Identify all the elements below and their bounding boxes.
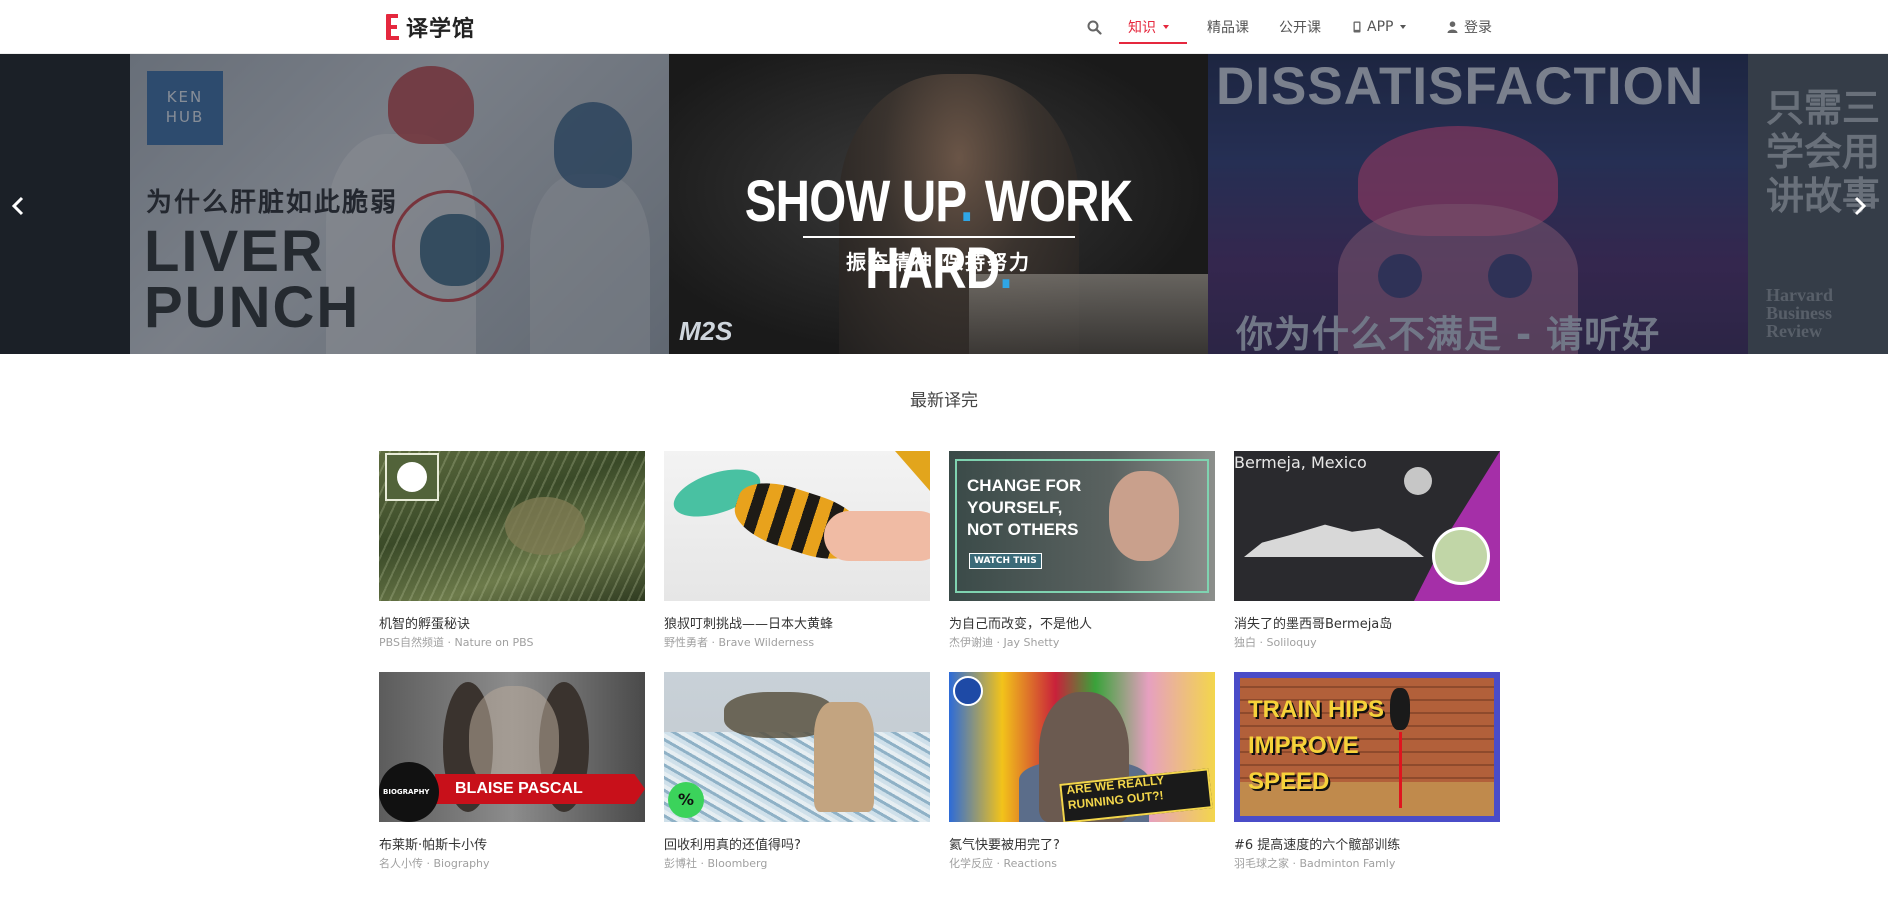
video-thumbnail[interactable]: TRAIN HIPS IMPROVE SPEED — [1234, 672, 1500, 822]
nav-public-label: 公开课 — [1279, 20, 1321, 36]
frog-image — [505, 497, 585, 555]
logo-text: 译学馆 — [406, 17, 476, 42]
video-title[interactable]: 机智的孵蛋秘诀 — [379, 613, 645, 631]
user-icon — [1447, 21, 1458, 33]
video-card: TRAIN HIPS IMPROVE SPEED #6 提高速度的六个髋部训练 … — [1234, 672, 1500, 871]
nav-knowledge-label: 知识 — [1128, 0, 1169, 54]
video-card: CHANGE FOR YOURSELF, NOT OTHERS WATCH TH… — [949, 451, 1215, 650]
chevron-right-icon — [1854, 196, 1867, 216]
nav-app[interactable]: APP — [1353, 0, 1407, 54]
pbs-logo — [385, 453, 439, 501]
m2s-logo: M2S — [679, 316, 733, 346]
finger-image — [824, 511, 930, 561]
section-title: 最新译完 — [910, 391, 978, 411]
nav-knowledge[interactable]: 知识 — [1128, 0, 1169, 54]
video-title[interactable]: 为自己而改变，不是他人 — [949, 613, 1215, 631]
logo-mark-icon — [386, 14, 400, 40]
search-button[interactable] — [1082, 0, 1106, 54]
video-thumbnail[interactable]: % — [664, 672, 930, 822]
video-card: Bermeja, Mexico 消失了的墨西哥Bermeja岛 独白 · Sol… — [1234, 451, 1500, 650]
thumbnail-text: BLAISE PASCAL — [455, 780, 583, 797]
video-title[interactable]: 消失了的墨西哥Bermeja岛 — [1234, 613, 1500, 631]
video-channel: 羽毛球之家 · Badminton Famly — [1234, 857, 1396, 870]
nav-login-label: 登录 — [1447, 0, 1492, 54]
caret-down-icon — [1163, 25, 1169, 29]
video-thumbnail[interactable]: BLAISE PASCAL BIOGRAPHY — [379, 672, 645, 822]
top-header: 译学馆 知识 精品课 公开课 APP 登录 — [0, 0, 1888, 54]
video-card: % 回收利用真的还值得吗? 彭博社 · Bloomberg — [664, 672, 930, 871]
video-thumbnail[interactable]: Bermeja, Mexico — [1234, 451, 1500, 601]
carousel-slide-dissatisfaction[interactable]: DISSATISFACTION 你为什么不满足 - 请听好 — [1208, 54, 1748, 354]
channel-corner-logo — [895, 451, 930, 491]
video-channel: 化学反应 · Reactions — [949, 857, 1058, 870]
video-channel: 独白 · Soliloquy — [1234, 636, 1317, 649]
video-card: 狼叔叮刺挑战——日本大黄蜂 野性勇者 · Brave Wilderness — [664, 451, 930, 650]
carousel-prev-button[interactable] — [8, 194, 28, 218]
video-card: 机智的孵蛋秘诀 PBS自然频道 · Nature on PBS — [379, 451, 645, 650]
video-title[interactable]: 氦气快要被用完了? — [949, 834, 1215, 852]
video-card: ARE WE REALLY RUNNING OUT?! 氦气快要被用完了? 化学… — [949, 672, 1215, 871]
watch-this-badge: WATCH THIS — [969, 553, 1042, 569]
nav-login[interactable]: 登录 — [1447, 0, 1492, 54]
island-image — [1244, 524, 1424, 557]
video-title[interactable]: 回收利用真的还值得吗? — [664, 834, 930, 852]
video-title[interactable]: 狼叔叮刺挑战——日本大黄蜂 — [664, 613, 930, 631]
slide-subtitle: 振奋精神 保持努力 — [846, 250, 1031, 274]
carousel-next-button[interactable] — [1850, 194, 1870, 218]
nav-app-label: APP — [1353, 0, 1407, 54]
video-thumbnail[interactable] — [664, 451, 930, 601]
search-icon — [1087, 20, 1102, 35]
video-channel: 杰伊谢迪 · Jay Shetty — [949, 636, 1060, 649]
video-title[interactable]: 布莱斯·帕斯卡小传 — [379, 834, 645, 852]
nav-active-indicator — [1119, 42, 1187, 44]
slide-title: SHOW UP. WORK HARD. — [744, 169, 1133, 301]
video-channel: 名人小传 · Biography — [379, 857, 490, 870]
video-card: BLAISE PASCAL BIOGRAPHY 布莱斯·帕斯卡小传 名人小传 ·… — [379, 672, 645, 871]
red-arrow-line — [1399, 732, 1402, 808]
video-thumbnail[interactable]: CHANGE FOR YOURSELF, NOT OTHERS WATCH TH… — [949, 451, 1215, 601]
title-underline — [803, 236, 1075, 238]
biography-logo-text: BIOGRAPHY — [383, 788, 430, 796]
caret-down-icon — [1400, 25, 1407, 29]
video-thumbnail[interactable] — [379, 451, 645, 601]
video-channel: 野性勇者 · Brave Wilderness — [664, 636, 815, 649]
site-logo[interactable]: 译学馆 — [386, 12, 475, 42]
nav-premium-courses[interactable]: 精品课 — [1207, 0, 1249, 54]
bloomberg-percent-logo: % — [668, 782, 704, 818]
channel-seal-logo — [1432, 527, 1490, 585]
carousel-slide-liver-punch[interactable]: KEN HUB 为什么肝脏如此脆弱 LIVER PUNCH — [130, 54, 669, 354]
carousel-slide-show-up[interactable]: SHOW UP. WORK HARD. 振奋精神 保持努力 M2S — [669, 54, 1208, 354]
phone-icon — [1353, 21, 1361, 33]
chevron-left-icon — [11, 196, 24, 216]
video-thumbnail[interactable]: ARE WE REALLY RUNNING OUT?! — [949, 672, 1215, 822]
nav-public-courses[interactable]: 公开课 — [1279, 0, 1321, 54]
video-channel: PBS自然频道 · Nature on PBS — [379, 636, 534, 649]
plastic-pile-image — [664, 732, 930, 822]
thumbnail-text: TRAIN HIPS IMPROVE SPEED — [1248, 696, 1385, 795]
video-channel: 彭博社 · Bloomberg — [664, 857, 768, 870]
athlete-image — [1390, 688, 1410, 730]
banner-carousel: KEN HUB 为什么肝脏如此脆弱 LIVER PUNCH SHOW UP. W… — [0, 54, 1888, 354]
nav-premium-label: 精品课 — [1207, 20, 1249, 36]
thumbnail-text: CHANGE FOR YOURSELF, NOT OTHERS — [967, 476, 1082, 539]
video-title[interactable]: #6 提高速度的六个髋部训练 — [1234, 834, 1500, 852]
moon-image — [1404, 467, 1432, 495]
thumbnail-text: Bermeja, Mexico — [1234, 453, 1367, 472]
worker-image — [814, 702, 874, 812]
reactions-logo — [953, 676, 983, 706]
